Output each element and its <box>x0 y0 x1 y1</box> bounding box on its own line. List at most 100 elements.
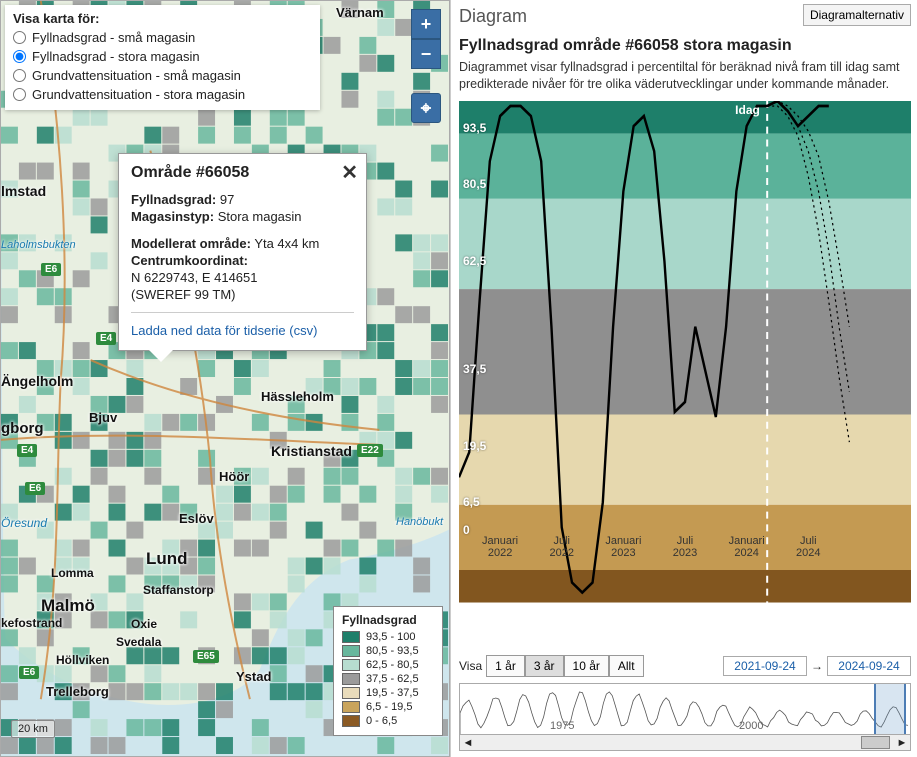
centrum-label: Centrumkoordinat: <box>131 253 248 268</box>
range-button[interactable]: 1 år <box>486 655 525 677</box>
legend-label: 93,5 - 100 <box>366 631 416 643</box>
mini-chart[interactable]: 1975 2000 <box>459 683 911 735</box>
legend-row: 62,5 - 80,5 <box>342 659 434 671</box>
road-badge: E4 <box>17 444 37 457</box>
road-badge: E65 <box>193 650 219 663</box>
arrow-icon: → <box>811 659 823 673</box>
legend-label: 19,5 - 37,5 <box>366 687 419 699</box>
close-icon[interactable]: ✕ <box>341 160 358 185</box>
scale-bar: 20 km <box>11 720 55 738</box>
x-tick: Juli2024 <box>796 535 820 559</box>
date-from-input[interactable] <box>723 656 807 676</box>
fyllnadsgrad-value: 97 <box>220 192 234 207</box>
layer-label: Fyllnadsgrad - små magasin <box>32 30 195 45</box>
x-tick: Juli2022 <box>549 535 573 559</box>
layer-label: Grundvattensituation - små magasin <box>32 68 241 83</box>
y-tick: 6,5 <box>463 495 480 509</box>
centrum-crs: (SWEREF 99 TM) <box>131 287 354 302</box>
legend-row: 19,5 - 37,5 <box>342 687 434 699</box>
layer-radio[interactable] <box>13 69 26 82</box>
range-button[interactable]: Allt <box>609 655 644 677</box>
layer-option[interactable]: Fyllnadsgrad - små magasin <box>13 28 312 47</box>
legend-row: 37,5 - 62,5 <box>342 673 434 685</box>
legend-swatch <box>342 673 360 685</box>
legend-label: 6,5 - 19,5 <box>366 701 412 713</box>
y-tick: 37,5 <box>463 362 486 376</box>
legend-row: 0 - 6,5 <box>342 715 434 727</box>
chart-description: Diagrammet visar fyllnadsgrad i percenti… <box>459 59 911 93</box>
centrum-coord: N 6229743, E 414651 <box>131 270 354 285</box>
legend-row: 6,5 - 19,5 <box>342 701 434 713</box>
legend: Fyllnadsgrad 93,5 - 100 80,5 - 93,5 62,5 -… <box>333 606 443 736</box>
layer-title: Visa karta för: <box>13 11 312 26</box>
legend-row: 80,5 - 93,5 <box>342 645 434 657</box>
mini-label: 1975 <box>550 720 574 732</box>
layer-label: Grundvattensituation - stora magasin <box>32 87 245 102</box>
diagram-options-button[interactable]: Diagramalternativ <box>803 4 911 26</box>
zoom-in-button[interactable]: + <box>411 9 441 39</box>
scale-label: 20 km <box>18 723 48 735</box>
download-csv-link[interactable]: Ladda ned data för tidserie (csv) <box>131 323 317 338</box>
y-tick: 19,5 <box>463 439 486 453</box>
legend-label: 80,5 - 93,5 <box>366 645 419 657</box>
x-tick: Januari2024 <box>729 535 765 559</box>
y-tick: 62,5 <box>463 254 486 268</box>
road-badge: E22 <box>357 444 383 457</box>
magasinstyp-label: Magasinstyp: <box>131 209 214 224</box>
legend-swatch <box>342 715 360 727</box>
road-badge: E6 <box>25 482 45 495</box>
scroll-track[interactable] <box>476 735 894 750</box>
layer-radio[interactable] <box>13 50 26 63</box>
x-tick: Juli2023 <box>673 535 697 559</box>
mini-scrollbar[interactable]: ◄ ► <box>459 735 911 751</box>
legend-swatch <box>342 631 360 643</box>
layer-option[interactable]: Grundvattensituation - små magasin <box>13 66 312 85</box>
diagram-header: Diagram <box>459 6 527 27</box>
show-label: Visa <box>459 659 482 673</box>
legend-row: 93,5 - 100 <box>342 631 434 643</box>
layer-label: Fyllnadsgrad - stora magasin <box>32 49 200 64</box>
layer-option[interactable]: Grundvattensituation - stora magasin <box>13 85 312 104</box>
legend-label: 0 - 6,5 <box>366 715 397 727</box>
layer-option[interactable]: Fyllnadsgrad - stora magasin <box>13 47 312 66</box>
fyllnadsgrad-label: Fyllnadsgrad: <box>131 192 216 207</box>
magasinstyp-value: Stora magasin <box>218 209 302 224</box>
layer-radio[interactable] <box>13 88 26 101</box>
zoom-controls: + − ⌖ <box>411 9 441 123</box>
legend-swatch <box>342 701 360 713</box>
range-button[interactable]: 3 år <box>525 655 564 677</box>
y-tick: 80,5 <box>463 177 486 191</box>
y-tick: 93,5 <box>463 121 486 135</box>
x-tick: Januari2022 <box>482 535 518 559</box>
legend-swatch <box>342 645 360 657</box>
scroll-thumb[interactable] <box>861 736 890 749</box>
layer-radio[interactable] <box>13 31 26 44</box>
legend-label: 62,5 - 80,5 <box>366 659 419 671</box>
layer-selector: Visa karta för: Fyllnadsgrad - små magas… <box>5 5 320 110</box>
mini-chart-window[interactable] <box>874 684 906 734</box>
locate-button[interactable]: ⌖ <box>411 93 441 123</box>
chart-area[interactable]: 93,5 80,5 62,5 37,5 19,5 6,5 0 Idag Januari202… <box>459 101 911 649</box>
chart-title: Fyllnadsgrad område #66058 stora magasin <box>459 37 911 55</box>
date-to-input[interactable] <box>827 656 911 676</box>
map-popup: ✕ Område #66058 Fyllnadsgrad: 97 Magasin… <box>118 153 367 351</box>
legend-label: 37,5 - 62,5 <box>366 673 419 685</box>
road-badge: E6 <box>41 263 61 276</box>
idag-label: Idag <box>735 103 760 117</box>
diagram-panel: Diagram Diagramalternativ Fyllnadsgrad o… <box>450 0 917 757</box>
road-badge: E4 <box>96 332 116 345</box>
modellerat-value: Yta 4x4 km <box>254 236 319 251</box>
mini-label: 2000 <box>739 720 763 732</box>
road-badge: E6 <box>19 666 39 679</box>
zoom-out-button[interactable]: − <box>411 39 441 69</box>
modellerat-label: Modellerat område: <box>131 236 251 251</box>
range-button[interactable]: 10 år <box>564 655 609 677</box>
scroll-left-icon[interactable]: ◄ <box>460 737 476 749</box>
legend-swatch <box>342 687 360 699</box>
y-tick: 0 <box>463 523 470 537</box>
legend-title: Fyllnadsgrad <box>342 613 434 627</box>
map-panel[interactable]: (function(){ var svg = document.currentS… <box>0 0 450 757</box>
popup-title: Område #66058 <box>131 164 354 182</box>
x-tick: Januari2023 <box>605 535 641 559</box>
scroll-right-icon[interactable]: ► <box>894 737 910 749</box>
